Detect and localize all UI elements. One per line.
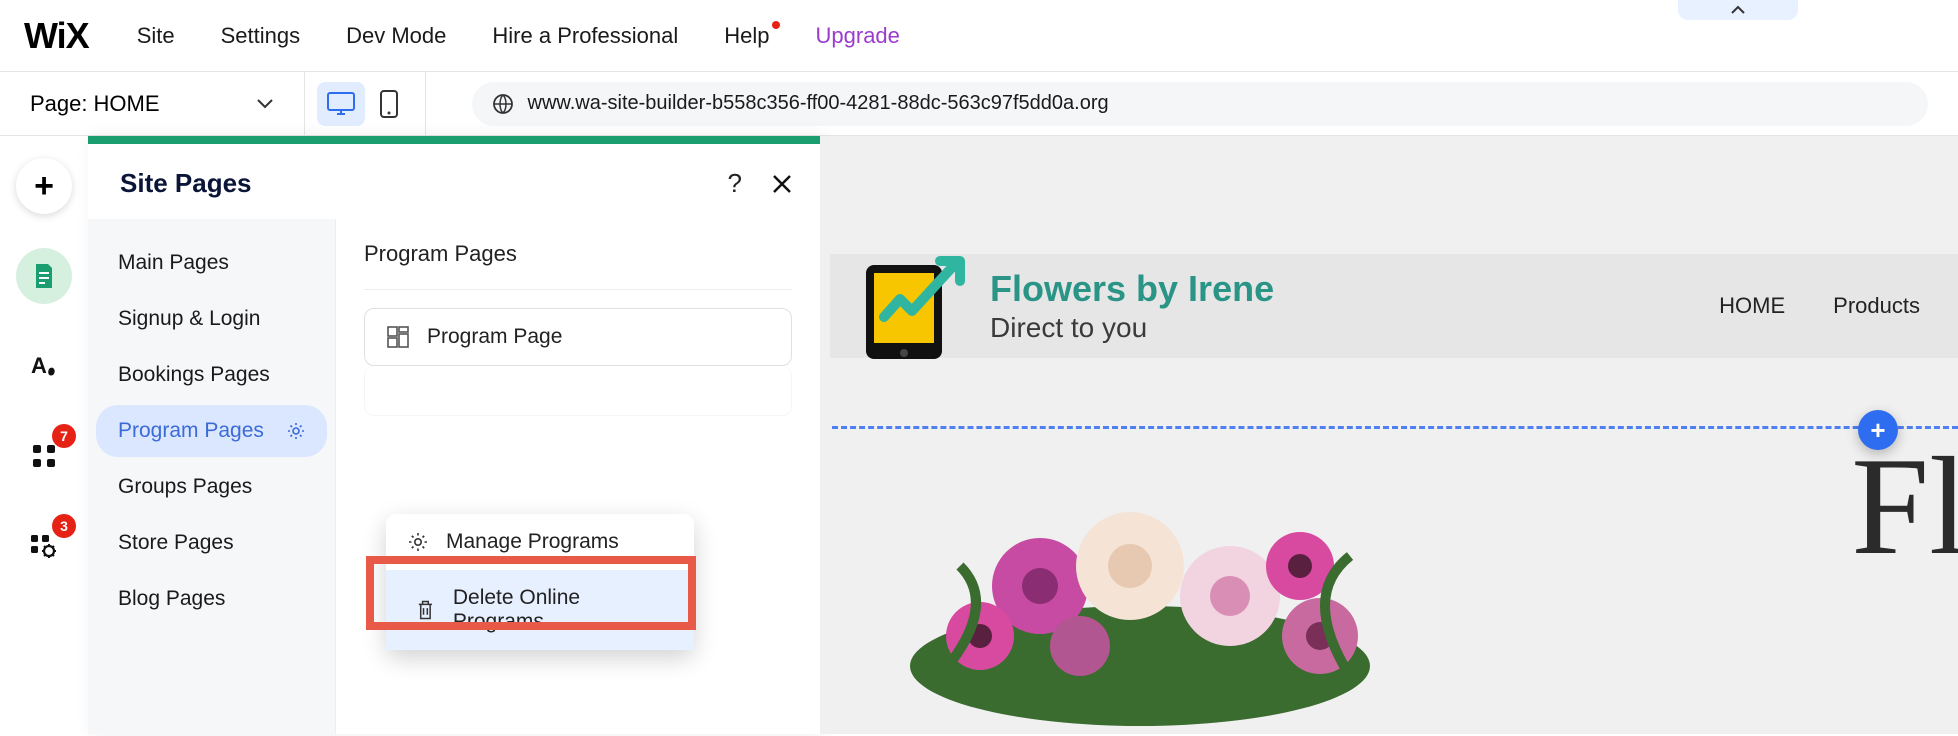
menu-upgrade[interactable]: Upgrade xyxy=(816,23,900,49)
main-area: + A 7 3 Site Pages ? xyxy=(0,136,1958,734)
hero-heading: Fl xyxy=(1851,426,1958,587)
collapse-handle[interactable] xyxy=(1678,0,1798,20)
section-divider xyxy=(832,426,1958,429)
divider xyxy=(364,289,792,290)
desktop-icon xyxy=(327,92,355,116)
close-button[interactable] xyxy=(772,174,792,194)
top-menu: Site Settings Dev Mode Hire a Profession… xyxy=(137,23,900,49)
page-row-program-page[interactable]: Program Page xyxy=(364,308,792,366)
category-store-pages[interactable]: Store Pages xyxy=(96,517,327,569)
ctx-delete-online-programs[interactable]: Delete Online Programs xyxy=(386,570,694,650)
panel-title: Site Pages xyxy=(120,168,252,199)
page-row-label: Program Page xyxy=(427,325,562,349)
top-menu-bar: WiX Site Settings Dev Mode Hire a Profes… xyxy=(0,0,1958,72)
page-selector[interactable]: Page: HOME xyxy=(30,91,274,117)
chevron-up-icon xyxy=(1731,5,1745,15)
gear-icon xyxy=(408,532,428,552)
grid-icon xyxy=(31,443,57,469)
add-button[interactable]: + xyxy=(16,158,72,214)
category-bookings-pages[interactable]: Bookings Pages xyxy=(96,349,327,401)
category-groups-pages[interactable]: Groups Pages xyxy=(96,461,327,513)
design-button[interactable]: A xyxy=(16,338,72,394)
left-rail: + A 7 3 xyxy=(0,136,88,734)
url-text: www.wa-site-builder-b558c356-ff00-4281-8… xyxy=(528,92,1109,115)
panel-accent-strip xyxy=(88,136,820,144)
menu-help[interactable]: Help xyxy=(724,23,769,49)
page-label-text: Page: xyxy=(30,91,88,117)
layout-icon xyxy=(387,326,409,348)
apps-badge: 7 xyxy=(52,424,76,448)
apps-button[interactable]: 7 xyxy=(16,428,72,484)
mobile-icon xyxy=(380,90,398,118)
menu-hire[interactable]: Hire a Professional xyxy=(492,23,678,49)
site-logo xyxy=(844,247,972,365)
ctx-manage-label: Manage Programs xyxy=(446,530,619,554)
flower-image xyxy=(880,446,1400,736)
page-row-placeholder xyxy=(364,366,792,416)
site-title-block: Flowers by Irene Direct to you xyxy=(990,268,1274,344)
category-signup-login[interactable]: Signup & Login xyxy=(96,293,327,345)
url-bar[interactable]: www.wa-site-builder-b558c356-ff00-4281-8… xyxy=(472,82,1929,126)
device-switcher xyxy=(304,72,426,135)
section-title: Program Pages xyxy=(364,241,792,267)
notification-dot-icon xyxy=(772,21,780,29)
nav-products[interactable]: Products xyxy=(1833,293,1920,319)
site-header: Flowers by Irene Direct to you HOME Prod… xyxy=(830,254,1958,358)
site-title: Flowers by Irene xyxy=(990,268,1274,310)
svg-text:A: A xyxy=(31,353,47,378)
grid-gear-icon xyxy=(29,533,59,559)
panel-header: Site Pages ? xyxy=(88,144,820,219)
chevron-down-icon xyxy=(256,98,274,110)
panel-categories: Main Pages Signup & Login Bookings Pages… xyxy=(88,219,336,734)
site-nav: HOME Products xyxy=(1719,293,1920,319)
desktop-view-button[interactable] xyxy=(317,82,365,126)
menu-site[interactable]: Site xyxy=(137,23,175,49)
panel-content: Program Pages Program Page xyxy=(336,219,820,734)
trash-icon xyxy=(416,599,435,621)
menu-settings[interactable]: Settings xyxy=(221,23,301,49)
page-name-text: HOME xyxy=(94,91,160,117)
mobile-view-button[interactable] xyxy=(365,82,413,126)
menu-dev-mode[interactable]: Dev Mode xyxy=(346,23,446,49)
page-icon xyxy=(32,262,56,290)
preview-canvas: Flowers by Irene Direct to you HOME Prod… xyxy=(820,136,1958,734)
site-pages-panel: Site Pages ? Main Pages Signup & Login B… xyxy=(88,136,820,734)
paint-icon: A xyxy=(29,351,59,381)
pages-button[interactable] xyxy=(16,248,72,304)
manage-button[interactable]: 3 xyxy=(16,518,72,574)
context-menu: Manage Programs Delete Online Programs xyxy=(386,514,694,650)
secondary-bar: Page: HOME www.wa-site-builder-b558c356-… xyxy=(0,72,1958,136)
category-program-pages[interactable]: Program Pages xyxy=(96,405,327,457)
ctx-manage-programs[interactable]: Manage Programs xyxy=(386,514,694,570)
nav-home[interactable]: HOME xyxy=(1719,293,1785,319)
globe-icon xyxy=(492,93,514,115)
close-icon xyxy=(772,174,792,194)
site-subtitle: Direct to you xyxy=(990,312,1274,344)
category-blog-pages[interactable]: Blog Pages xyxy=(96,573,327,625)
wix-logo: WiX xyxy=(24,15,89,57)
gear-icon[interactable] xyxy=(287,422,305,440)
manage-badge: 3 xyxy=(52,514,76,538)
category-label: Program Pages xyxy=(118,419,264,443)
ctx-delete-label: Delete Online Programs xyxy=(453,586,664,634)
category-main-pages[interactable]: Main Pages xyxy=(96,237,327,289)
help-button[interactable]: ? xyxy=(728,168,742,199)
